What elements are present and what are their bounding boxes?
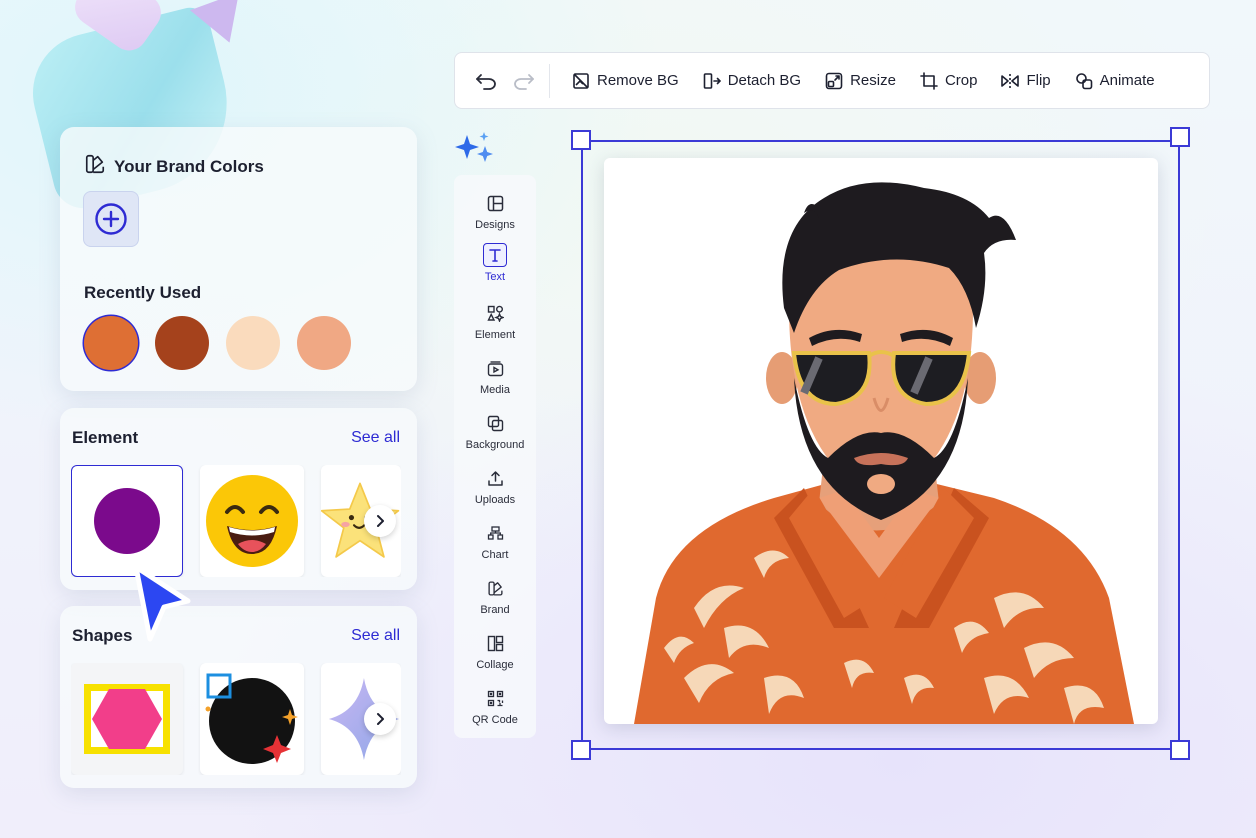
recent-color-swatches [84, 316, 351, 370]
shapes-icon [483, 301, 507, 325]
detach-bg-label: Detach BG [727, 72, 802, 89]
color-swatch-peach-light[interactable] [226, 316, 280, 370]
shapes-see-all-link[interactable]: See all [351, 627, 400, 645]
palette-icon [84, 153, 106, 180]
resize-handle-top-left[interactable] [571, 130, 591, 150]
brand-colors-panel: Your Brand Colors Recently Used [60, 127, 417, 391]
image-toolbar: Remove BG Detach BG Resize Crop Flip Ani… [454, 52, 1210, 109]
brand-colors-title: Your Brand Colors [114, 156, 264, 176]
remove-bg-button[interactable]: Remove BG [560, 61, 691, 101]
rail-label-qr-code: QR Code [472, 714, 518, 726]
rail-item-collage[interactable]: Collage [454, 631, 536, 681]
rail-item-element[interactable]: Element [454, 301, 536, 351]
ai-sparkle-icon[interactable] [455, 132, 495, 166]
element-next-button[interactable] [364, 505, 396, 537]
remove-bg-label: Remove BG [597, 72, 679, 89]
plus-circle-icon [95, 203, 127, 235]
rail-item-qr-code[interactable]: QR Code [454, 686, 536, 736]
design-canvas[interactable] [604, 158, 1158, 724]
shapes-panel: Shapes See all [60, 606, 417, 788]
rail-item-brand[interactable]: Brand [454, 576, 536, 626]
shapes-next-button[interactable] [364, 703, 396, 735]
crop-button[interactable]: Crop [908, 61, 990, 101]
shape-hexagon-square[interactable] [71, 663, 183, 775]
element-see-all-link[interactable]: See all [351, 429, 400, 447]
background-icon [483, 411, 507, 435]
rail-label-designs: Designs [475, 219, 515, 231]
rail-label-brand: Brand [480, 604, 510, 616]
color-swatch-rust[interactable] [155, 316, 209, 370]
laughing-emoji-graphic [206, 475, 298, 567]
media-icon [483, 356, 507, 380]
hexagon-square-graphic [84, 684, 170, 754]
chevron-right-icon [377, 515, 384, 527]
flip-button[interactable]: Flip [989, 61, 1062, 101]
element-purple-circle[interactable] [71, 465, 183, 577]
add-brand-color-button[interactable] [83, 191, 139, 247]
rail-item-background[interactable]: Background [454, 411, 536, 461]
crop-icon [920, 71, 938, 90]
rail-label-collage: Collage [476, 659, 514, 671]
black-circle-graphic [205, 673, 298, 764]
undo-icon [476, 73, 496, 90]
animate-button[interactable]: Animate [1063, 61, 1167, 101]
flip-label: Flip [1026, 72, 1051, 89]
element-laughing-emoji[interactable] [200, 465, 304, 577]
purple-circle-graphic [94, 488, 160, 554]
recently-used-title: Recently Used [84, 283, 202, 302]
resize-label: Resize [850, 72, 896, 89]
mouse-pointer-icon [133, 564, 191, 642]
rail-item-media[interactable]: Media [454, 356, 536, 406]
rail-label-chart: Chart [481, 549, 509, 561]
resize-icon [825, 72, 843, 89]
element-section-title: Element [72, 428, 139, 447]
detach-background-icon [703, 72, 721, 89]
rail-item-text[interactable]: Text [454, 243, 536, 293]
collage-icon [483, 631, 507, 655]
element-panel: Element See all [60, 408, 417, 590]
animate-label: Animate [1099, 72, 1155, 89]
rail-label-element: Element [474, 329, 516, 341]
shape-black-circle[interactable] [200, 663, 304, 775]
resize-handle-top-right[interactable] [1170, 127, 1190, 147]
brand-icon [483, 576, 507, 600]
rail-label-text: Text [484, 271, 506, 283]
upload-icon [483, 466, 507, 490]
rail-item-uploads[interactable]: Uploads [454, 466, 536, 516]
redo-icon [514, 73, 534, 90]
layout-icon [483, 191, 507, 215]
element-thumbnails [71, 465, 401, 577]
toolbar-divider [549, 63, 550, 98]
resize-handle-bottom-left[interactable] [571, 740, 591, 760]
rail-label-uploads: Uploads [474, 494, 516, 506]
rail-label-media: Media [480, 384, 510, 396]
resize-button[interactable]: Resize [813, 61, 908, 101]
qr-code-icon [483, 686, 507, 710]
text-icon [483, 243, 507, 267]
shapes-section-title: Shapes [72, 626, 133, 645]
crop-label: Crop [944, 72, 978, 89]
detach-bg-button[interactable]: Detach BG [691, 61, 813, 101]
undo-button[interactable] [467, 62, 505, 100]
animate-icon [1075, 72, 1092, 89]
flip-icon [1001, 73, 1020, 88]
rail-label-background: Background [465, 439, 525, 451]
color-swatch-orange[interactable] [84, 316, 138, 370]
color-swatch-peach[interactable] [297, 316, 351, 370]
resize-handle-bottom-right[interactable] [1170, 740, 1190, 760]
man-portrait-illustration [634, 182, 1134, 724]
rail-item-designs[interactable]: Designs [454, 191, 536, 241]
tools-sidebar: Designs Text Element Media Background Up… [454, 175, 536, 738]
redo-button[interactable] [505, 62, 543, 100]
chevron-right-icon [377, 713, 384, 725]
rail-item-chart[interactable]: Chart [454, 521, 536, 571]
chart-icon [483, 521, 507, 545]
brand-colors-header: Your Brand Colors [84, 153, 264, 180]
shapes-thumbnails [71, 663, 401, 775]
remove-background-icon [573, 72, 589, 89]
